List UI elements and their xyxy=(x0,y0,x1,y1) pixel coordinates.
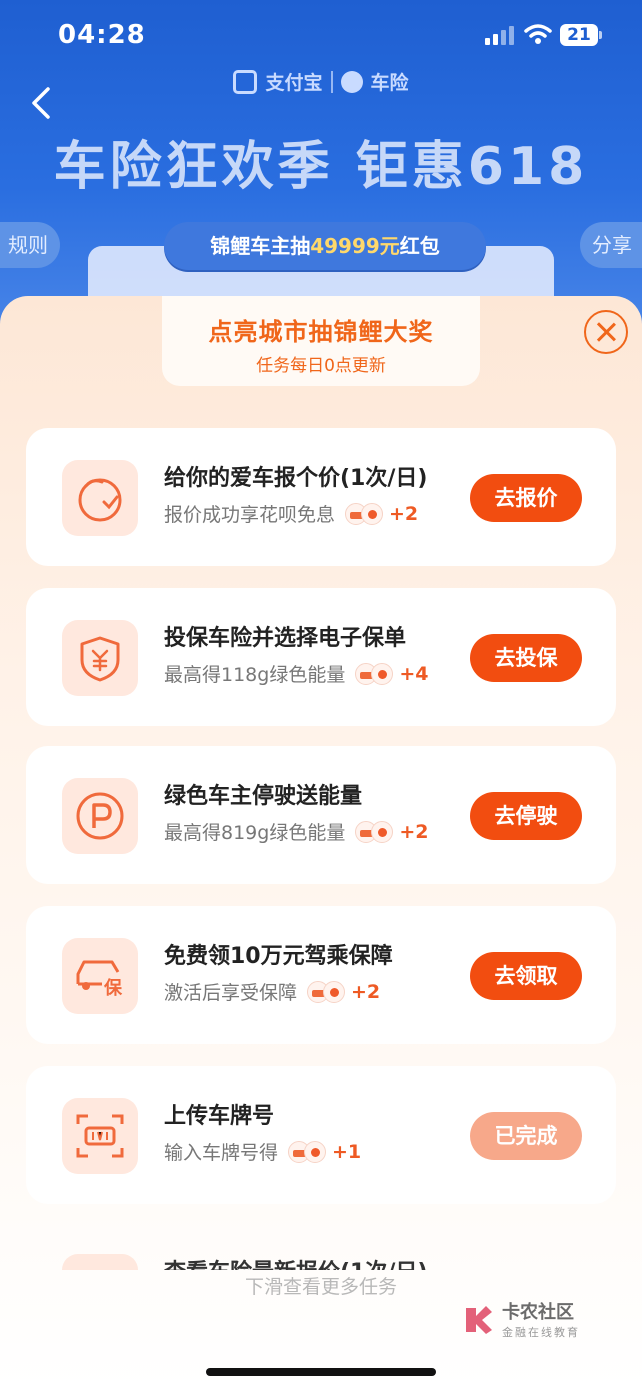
task-title: 免费领10万元驾乘保障 xyxy=(164,944,393,969)
energy-reward-icon xyxy=(307,980,346,1003)
car-protect-icon: 保 xyxy=(62,938,138,1014)
task-action-button[interactable]: 去领取 xyxy=(470,952,582,1000)
home-indicator[interactable] xyxy=(206,1368,436,1376)
task-points: +2 xyxy=(399,820,429,843)
brand-alipay: 支付宝 xyxy=(265,72,323,94)
parking-icon xyxy=(62,778,138,854)
banner-prefix: 锦鲤车主抽 xyxy=(210,234,311,258)
brand-divider xyxy=(330,70,333,93)
shield-yuan-icon xyxy=(62,620,138,696)
watermark-title: 卡农社区 xyxy=(502,1302,574,1323)
task-desc: 激活后享受保障 xyxy=(164,982,298,1004)
car-insurance-logo-icon xyxy=(340,70,363,93)
sheet-subtitle: 任务每日0点更新 xyxy=(256,356,386,376)
energy-reward-icon xyxy=(355,662,394,685)
task-sheet: 点亮城市抽锦鲤大奖 任务每日0点更新 给你的爱车报个价(1次/日) 报价成功享花… xyxy=(0,296,642,1389)
task-card: 绿色车主停驶送能量 最高得819g绿色能量 +2 去停驶 xyxy=(26,746,616,884)
brand-car-insurance: 车险 xyxy=(370,72,409,94)
task-title: 投保车险并选择电子保单 xyxy=(164,626,407,651)
close-icon[interactable] xyxy=(584,310,628,354)
rules-button[interactable]: 规则 xyxy=(0,222,60,268)
banner-title: 锦鲤车主抽49999元红包 xyxy=(164,222,486,270)
share-button[interactable]: 分享 xyxy=(580,222,642,268)
energy-reward-icon xyxy=(288,1140,327,1163)
energy-reward-icon xyxy=(345,502,384,525)
scroll-hint: 下滑查看更多任务 xyxy=(244,1276,397,1298)
svg-text:保: 保 xyxy=(103,977,123,999)
alipay-logo-icon xyxy=(233,69,258,94)
task-desc: 最高得118g绿色能量 xyxy=(164,664,346,686)
signal-icon xyxy=(485,26,514,45)
task-action-button[interactable]: 去投保 xyxy=(470,634,582,682)
page-headline: 车险狂欢季 钜惠618 xyxy=(53,137,589,197)
banner-amount: 49999元 xyxy=(310,234,400,258)
task-card: 给你的爱车报个价(1次/日) 报价成功享花呗免息 +2 去报价 xyxy=(26,428,616,566)
task-points: +1 xyxy=(332,1140,362,1163)
license-plate-icon xyxy=(62,1098,138,1174)
task-desc-row: 激活后享受保障 +2 xyxy=(164,978,380,1005)
header-area: 04:28 21 支付宝 车险 车险狂欢季 钜惠618 规则 分享 锦鲤车主抽4… xyxy=(0,0,642,340)
task-card: 保 免费领10万元驾乘保障 激活后享受保障 +2 去领取 xyxy=(26,906,616,1044)
battery-icon: 21 xyxy=(560,24,602,46)
banner-suffix: 红包 xyxy=(399,234,440,258)
task-points: +2 xyxy=(351,980,381,1003)
task-desc-row: 输入车牌号得 +1 xyxy=(164,1138,361,1165)
sheet-title: 点亮城市抽锦鲤大奖 xyxy=(208,318,434,346)
task-action-button[interactable]: 去停驶 xyxy=(470,792,582,840)
task-desc: 报价成功享花呗免息 xyxy=(164,504,336,526)
car-quote-icon xyxy=(62,460,138,536)
task-done-button[interactable]: 已完成 xyxy=(470,1112,582,1160)
task-points: +4 xyxy=(399,662,429,685)
status-time: 04:28 xyxy=(58,20,146,50)
task-icon xyxy=(62,1254,138,1270)
energy-reward-icon xyxy=(355,820,394,843)
status-bar: 04:28 21 xyxy=(0,0,642,70)
task-desc-row: 最高得118g绿色能量 +4 xyxy=(164,660,428,687)
task-title: 查看车险最新报价(1次/日) xyxy=(164,1254,427,1270)
watermark: 卡农社区 金融在线教育 xyxy=(462,1298,580,1340)
task-card: 投保车险并选择电子保单 最高得118g绿色能量 +4 去投保 xyxy=(26,588,616,726)
task-title: 绿色车主停驶送能量 xyxy=(164,784,363,809)
kanong-logo-icon xyxy=(466,1306,492,1334)
brand-bar: 支付宝 车险 xyxy=(0,68,642,95)
task-card-partial: 查看车险最新报价(1次/日) xyxy=(26,1246,616,1270)
task-desc-row: 报价成功享花呗免息 +2 xyxy=(164,500,418,527)
task-card: 上传车牌号 输入车牌号得 +1 已完成 xyxy=(26,1066,616,1204)
watermark-subtitle: 金融在线教育 xyxy=(502,1326,580,1339)
task-desc-row: 最高得819g绿色能量 +2 xyxy=(164,818,428,845)
task-points: +2 xyxy=(389,502,419,525)
task-title: 给你的爱车报个价(1次/日) xyxy=(164,466,428,491)
task-title: 上传车牌号 xyxy=(164,1104,275,1129)
sheet-header: 点亮城市抽锦鲤大奖 任务每日0点更新 xyxy=(162,296,480,386)
task-action-button[interactable]: 去报价 xyxy=(470,474,582,522)
wifi-icon xyxy=(524,24,552,44)
task-desc: 输入车牌号得 xyxy=(164,1142,279,1164)
task-desc: 最高得819g绿色能量 xyxy=(164,822,346,844)
